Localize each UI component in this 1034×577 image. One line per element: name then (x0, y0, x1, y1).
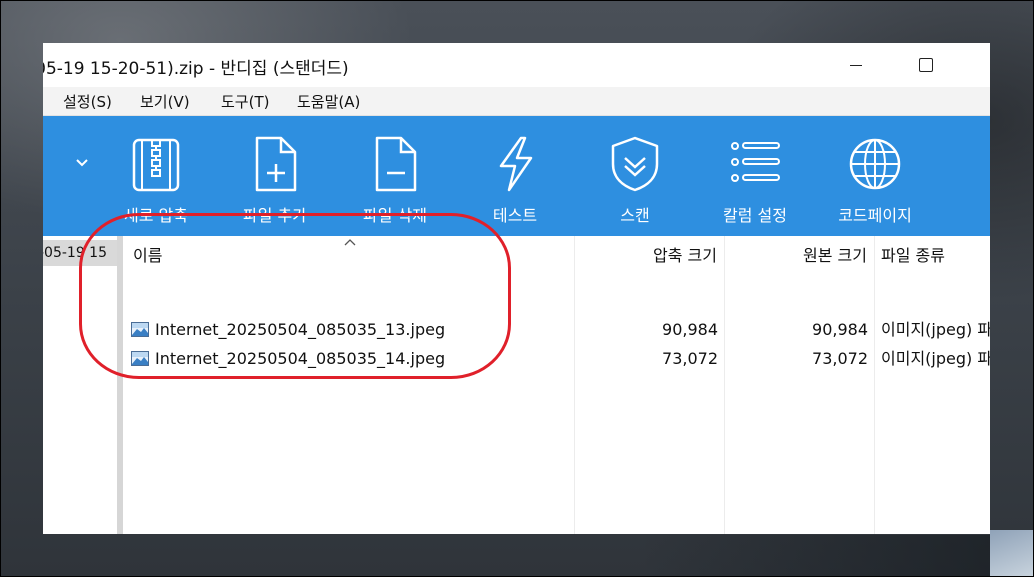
image-border (0, 0, 1034, 577)
